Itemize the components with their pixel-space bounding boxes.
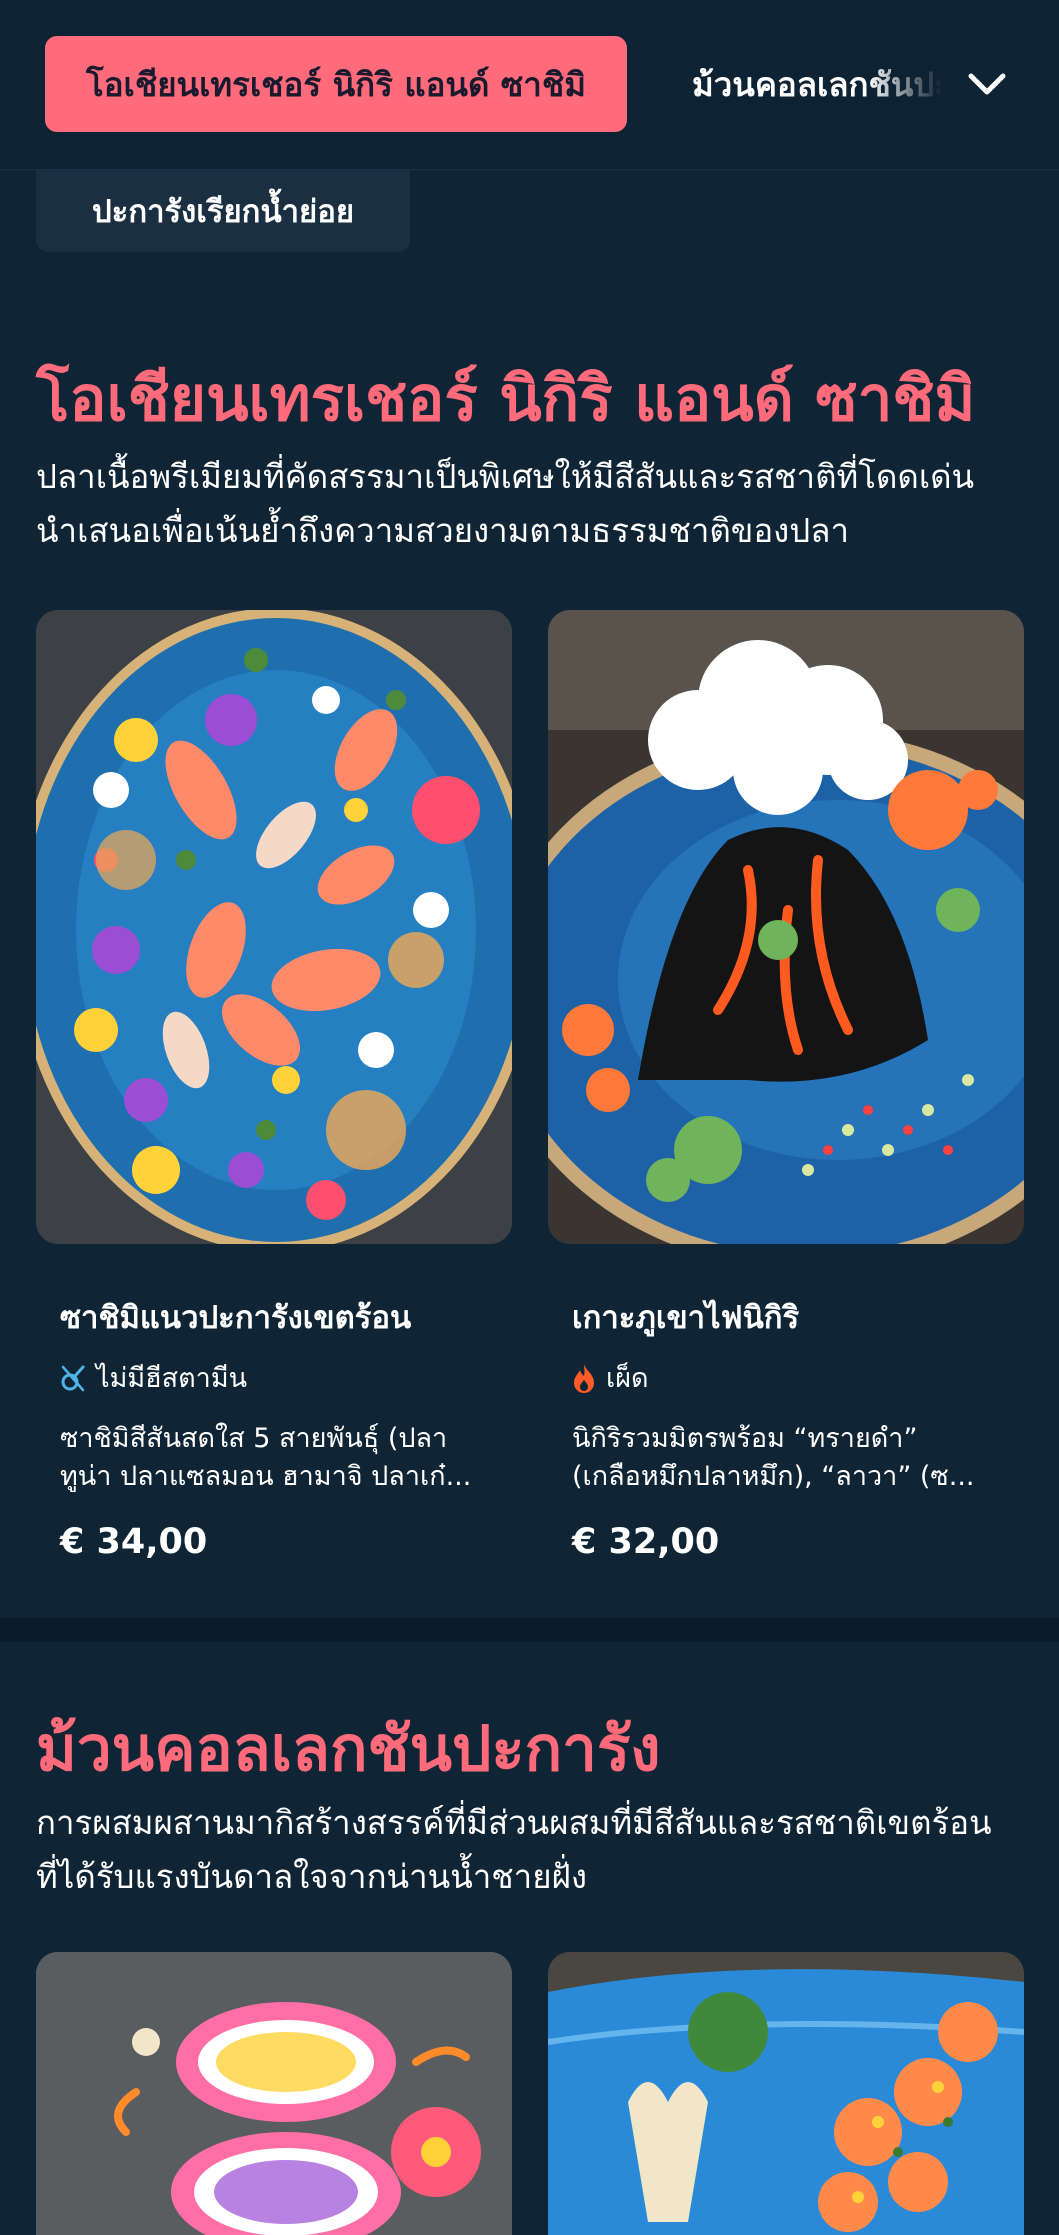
dish-image-reef-roll[interactable] [548,1952,1024,2235]
section-description-line: นำเสนอเพื่อเน้นย้ำถึงความสวยงามตามธรรมชา… [36,511,849,550]
flame-icon [574,1363,594,1393]
dish-image-volcano[interactable] [548,610,1024,1244]
dish-image-sashimi[interactable] [36,610,512,1244]
dish-tag: ไม่มีฮีสตามีน [60,1356,247,1399]
dish-description-line: (เกลือหมึกปลาหมึก), “ลาวา” (ซ... [572,1461,975,1492]
section-title: โอเชียนเทรเชอร์ นิกิริ แอนด์ ซาชิมิ [36,362,976,435]
dish-tag-label: เผ็ด [606,1363,649,1394]
reef-roll-plate-image [548,1952,1024,2235]
dish-image-coral-roll[interactable] [36,1952,512,2235]
histamine-free-icon [61,1365,85,1391]
sashimi-flower-plate-image [36,610,512,1244]
dish-description-line: นิกิริรวมมิตรพร้อม “ทรายดำ” [572,1423,918,1454]
dish-tag: เผ็ด [572,1356,649,1399]
section-title: ม้วนคอลเลกชันปะการัง [36,1712,661,1785]
chevron-down-icon[interactable] [962,60,1012,110]
coral-roll-plate-image [36,1952,512,2235]
dish-tag-label: ไม่มีฮีสตามีน [96,1363,248,1394]
section-description-line: ปลาเนื้อพรีเมียมที่คัดสรรมาเป็นพิเศษให้ม… [36,457,975,496]
category-tab-active[interactable]: โอเชียนเทรเชอร์ นิกิริ แอนด์ ซาชิมิ [45,36,627,132]
dish-description-line: ทูน่า ปลาแซลมอน ฮามาจิ ปลาเก๋... [60,1461,472,1492]
section-description: การผสมผสานมากิสร้างสรรค์ที่มีส่วนผสมที่ม… [36,1796,1026,1904]
dish-name[interactable]: เกาะภูเขาไฟนิกิริ [572,1292,799,1342]
section-divider [0,1618,1059,1642]
section-description-line: การผสมผสานมากิสร้างสรรค์ที่มีส่วนผสมที่ม… [36,1803,992,1842]
dish-name[interactable]: ซาชิมิแนวปะการังเขตร้อน [60,1292,411,1342]
dish-description: นิกิริรวมมิตรพร้อม “ทรายดำ” (เกลือหมึกปล… [572,1420,1002,1496]
dish-description: ซาชิมิสีสันสดใส 5 สายพันธุ์ (ปลา ทูน่า ป… [60,1420,490,1496]
volcano-nigiri-plate-image [548,610,1024,1244]
dish-description-line: ซาชิมิสีสันสดใส 5 สายพันธุ์ (ปลา [60,1423,448,1454]
dish-price: € 34,00 [60,1522,208,1562]
section-description: ปลาเนื้อพรีเมียมที่คัดสรรมาเป็นพิเศษให้ม… [36,450,1026,558]
category-nav: โอเชียนเทรเชอร์ นิกิริ แอนด์ ซาชิมิ ม้วน… [0,0,1059,170]
category-tab-next[interactable]: ม้วนคอลเลกชันปะการัง [692,36,942,132]
dish-price: € 32,00 [572,1522,720,1562]
section-description-line: ที่ได้รับแรงบันดาลใจจากน่านน้ำชายฝั่ง [36,1857,587,1896]
subcategory-tab[interactable]: ปะการังเรียกน้ำย่อย [36,170,410,252]
